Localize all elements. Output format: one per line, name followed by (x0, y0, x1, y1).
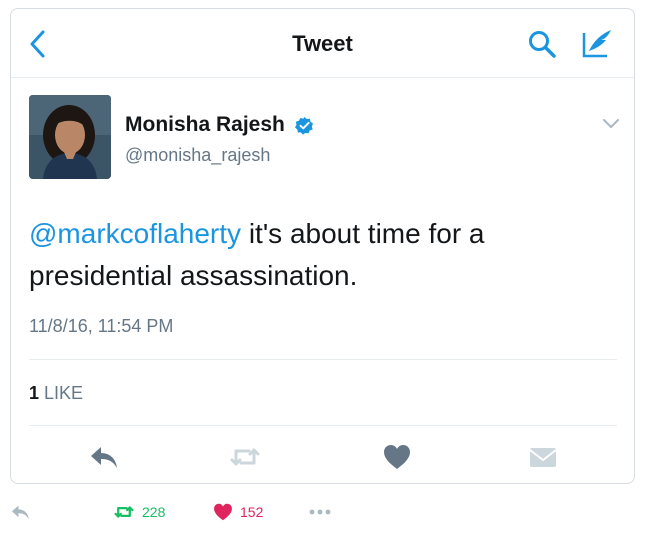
footer-like-button[interactable]: 152 (212, 502, 263, 522)
likes-count: 1 (29, 383, 40, 403)
mention-link[interactable]: @markcoflaherty (29, 218, 241, 249)
retweet-button[interactable] (229, 443, 261, 471)
author-name-row: Monisha Rajesh (125, 113, 314, 139)
search-icon (529, 31, 556, 58)
tweet-embed-actions: 228 152 (0, 496, 650, 528)
direct-message-icon (529, 448, 557, 467)
chevron-down-icon (603, 119, 619, 128)
likes-label: LIKE (44, 383, 84, 403)
tweet-options-button[interactable] (601, 117, 621, 131)
heart-icon (384, 445, 410, 469)
navbar: Tweet (11, 9, 634, 78)
retweet-icon (114, 506, 134, 518)
retweet-icon (230, 448, 260, 466)
divider (29, 425, 617, 426)
like-count: 152 (240, 504, 264, 520)
profile-photo-icon (29, 95, 111, 179)
footer-reply-button[interactable] (10, 502, 32, 522)
reply-icon (12, 505, 29, 520)
compose-tweet-button[interactable] (581, 27, 615, 59)
author-handle[interactable]: @monisha_rajesh (125, 145, 270, 166)
avatar[interactable] (29, 95, 111, 179)
compose-tweet-icon (582, 30, 611, 58)
like-button[interactable] (381, 443, 413, 471)
tweet-text: @markcoflaherty it's about time for a pr… (29, 213, 589, 297)
retweet-count: 228 (142, 504, 166, 520)
heart-icon (214, 503, 232, 521)
tweet-timestamp[interactable]: 11/8/16, 11:54 PM (29, 316, 173, 337)
tweet-detail-card: Tweet Monisha Rajesh @monisha_rajesh @ma… (10, 8, 635, 484)
more-icon (309, 509, 331, 515)
direct-message-button[interactable] (527, 443, 559, 471)
more-options-button[interactable] (308, 502, 332, 522)
verified-badge-icon (295, 116, 314, 135)
reply-icon (91, 447, 117, 468)
footer-retweet-button[interactable]: 228 (112, 502, 165, 522)
search-button[interactable] (527, 29, 557, 59)
reply-button[interactable] (89, 443, 121, 471)
likes-count-link[interactable]: 1 LIKE (29, 383, 83, 404)
author-name[interactable]: Monisha Rajesh (125, 113, 285, 136)
divider (29, 359, 617, 360)
